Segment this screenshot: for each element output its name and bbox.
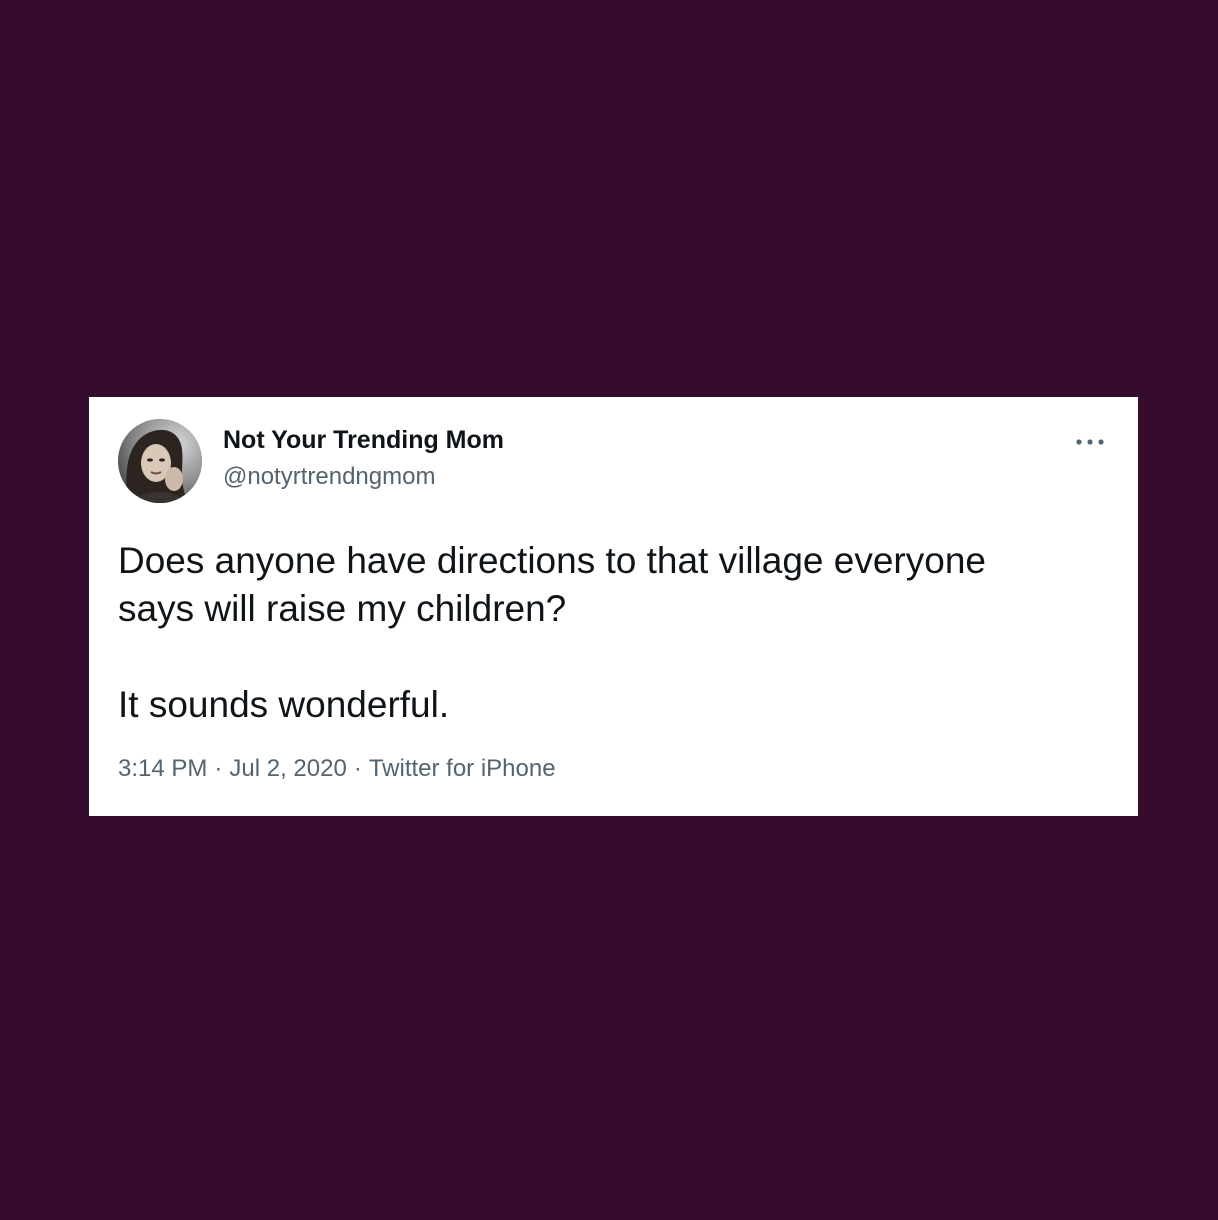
separator-dot: ·: [353, 755, 362, 782]
tweet-source[interactable]: Twitter for iPhone: [369, 755, 556, 782]
tweet-card: Not Your Trending Mom @notyrtrendngmom D…: [89, 397, 1138, 816]
tweet-text: Does anyone have directions to that vill…: [118, 540, 986, 725]
author-avatar[interactable]: [118, 419, 202, 503]
avatar-photo-icon: [118, 419, 202, 503]
tweet-date[interactable]: Jul 2, 2020: [229, 755, 346, 782]
more-options-icon: [1076, 439, 1104, 445]
separator-dot: ·: [214, 755, 223, 782]
tweet-time[interactable]: 3:14 PM: [118, 755, 207, 782]
tweet-metadata: 3:14 PM · Jul 2, 2020 · Twitter for iPhone: [118, 755, 556, 783]
more-options-button[interactable]: [1073, 427, 1107, 457]
author-handle[interactable]: @notyrtrendngmom: [223, 463, 435, 491]
author-display-name[interactable]: Not Your Trending Mom: [223, 426, 504, 455]
